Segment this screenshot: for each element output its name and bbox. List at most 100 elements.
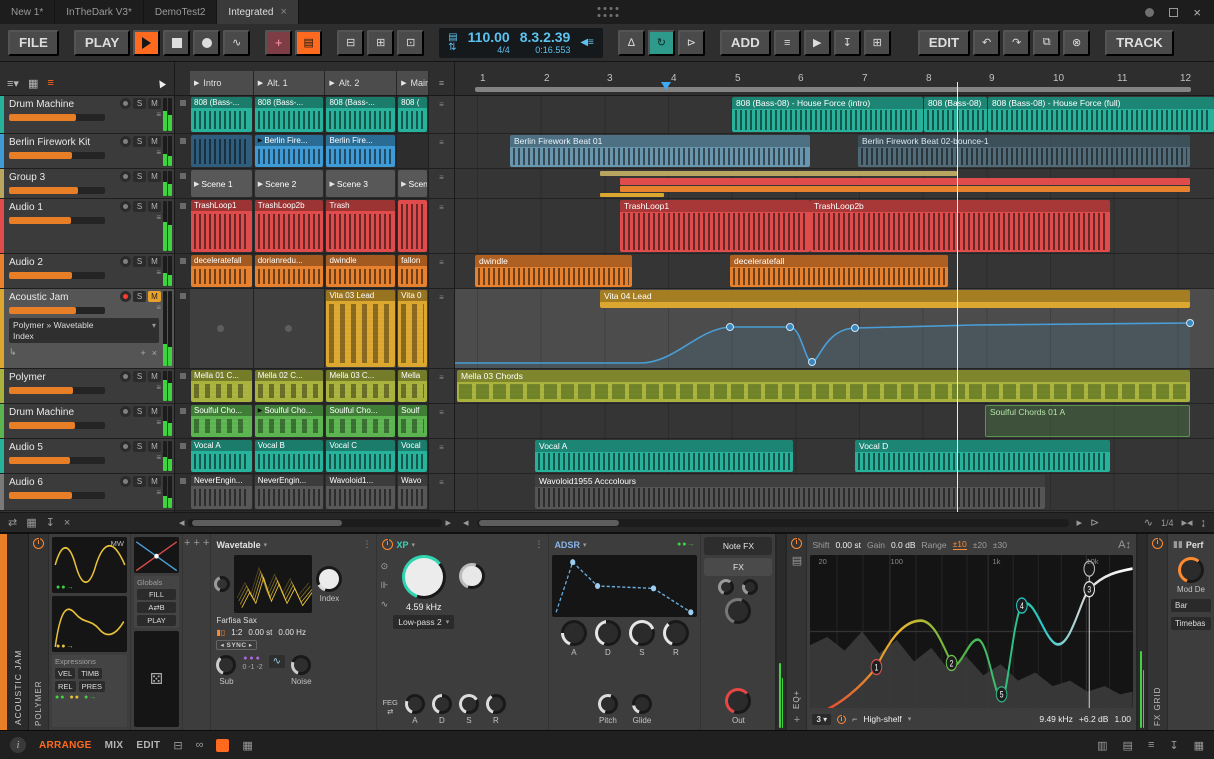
empty-clip-slot[interactable]: [254, 289, 326, 368]
arranger-track-lane[interactable]: Soulful Chords 01 A: [455, 404, 1214, 439]
device-name-label[interactable]: POLYMER: [34, 554, 43, 726]
fx-grid-label[interactable]: FX GRID: [1153, 554, 1162, 726]
range-30-button[interactable]: ±30: [993, 540, 1007, 550]
band-power-button[interactable]: [837, 713, 847, 724]
record-arm-button[interactable]: [120, 98, 131, 109]
track-sort-icon[interactable]: ≡▾: [7, 77, 19, 90]
volume-slider[interactable]: [9, 492, 105, 499]
clip[interactable]: [191, 135, 252, 167]
clip-stop-button[interactable]: [175, 404, 190, 438]
arranger-track-lane[interactable]: Mella 03 Chords: [455, 369, 1214, 404]
snap-icon[interactable]: ∿: [1144, 516, 1153, 529]
amp-release-knob[interactable]: [662, 620, 689, 646]
grid-resolution-value[interactable]: 1/4: [1161, 518, 1174, 528]
record-button[interactable]: [193, 29, 221, 56]
range-10-button[interactable]: ±10: [952, 539, 967, 550]
detail-panel-icon[interactable]: ≡: [1148, 739, 1154, 751]
clip[interactable]: TrashLoop1: [191, 200, 252, 252]
arranger-group-lane[interactable]: [455, 169, 1214, 199]
project-tab[interactable]: New 1*: [0, 0, 56, 24]
volume-slider[interactable]: [9, 217, 105, 224]
vel-button[interactable]: VEL: [55, 668, 76, 679]
arranger-scrollbar[interactable]: [476, 518, 1069, 527]
song-time-value[interactable]: 0:16.553: [535, 45, 570, 55]
envelope-wave-display[interactable]: ●●→: [52, 596, 127, 652]
mute-button[interactable]: M: [148, 136, 161, 147]
envelope-display[interactable]: [552, 555, 698, 617]
filter-type-selector[interactable]: XP: [396, 540, 408, 550]
close-tab-icon[interactable]: ×: [280, 6, 286, 18]
follow-playhead-button[interactable]: ⊳: [677, 29, 705, 56]
timeline-ruler[interactable]: 1 2 3 4 5 6 7 8 9 10 11 12: [455, 62, 1214, 96]
group-scene-clip[interactable]: Scene 3: [326, 170, 396, 197]
wavetable-display[interactable]: [234, 555, 313, 613]
clip-stop-button[interactable]: [175, 474, 190, 510]
row-menu-icon[interactable]: ≡: [429, 369, 455, 403]
sub-knob[interactable]: [216, 655, 237, 675]
audio-engine-button[interactable]: ∿: [223, 29, 251, 56]
sub-octave-dots[interactable]: ●●●: [243, 655, 262, 662]
inspector-button[interactable]: ⊞: [863, 29, 891, 56]
row-menu-icon[interactable]: ≡: [429, 134, 455, 168]
filter-decay-knob[interactable]: [431, 694, 452, 714]
oscillator-type-selector[interactable]: Wavetable: [216, 540, 260, 550]
fx-tab[interactable]: FX: [704, 558, 773, 576]
track-header[interactable]: Group 3 S M: [0, 169, 174, 199]
sync-badge[interactable]: ◂ SYNC ▸: [216, 640, 257, 650]
clip[interactable]: Mella 01 C...: [191, 370, 252, 402]
clip[interactable]: Trash: [326, 200, 396, 252]
scroll-left-icon[interactable]: ◂: [179, 516, 185, 529]
solo-button[interactable]: S: [133, 171, 146, 182]
empty-clip-slot[interactable]: [190, 289, 254, 368]
grid-panel-icon[interactable]: ▦: [1194, 739, 1204, 752]
mute-button[interactable]: M: [148, 476, 161, 487]
expand-view-button[interactable]: ⊡: [397, 29, 425, 56]
detune-value[interactable]: 0.00 st: [248, 628, 272, 637]
add-modulator-button[interactable]: +: [203, 537, 209, 549]
edit-button[interactable]: EDIT: [917, 29, 971, 56]
add-modulator-button[interactable]: +: [194, 537, 200, 549]
arranger-clip[interactable]: 808 (Bass-08): [924, 97, 987, 132]
scene-play-icon[interactable]: ▶: [401, 79, 406, 87]
track-menu-icon[interactable]: ≡: [156, 419, 161, 427]
track-header[interactable]: Berlin Firework Kit S M ≡: [0, 134, 174, 169]
clip[interactable]: Wavoloid1...: [326, 475, 396, 509]
grid-icon[interactable]: ▦: [26, 516, 36, 529]
mute-button[interactable]: M: [148, 171, 161, 182]
zoom-vertical-icon[interactable]: ↨: [1201, 517, 1207, 529]
oscillator-wave-display[interactable]: MW ●●→: [52, 537, 127, 593]
jump-button[interactable]: ↧: [833, 29, 861, 56]
band-select[interactable]: 3 ▾: [812, 713, 832, 725]
clip[interactable]: 808 (Bass-...: [254, 97, 324, 132]
clip[interactable]: Berlin Fire...: [326, 135, 396, 167]
record-arm-button[interactable]: [120, 256, 131, 267]
tempo-value[interactable]: 110.00: [468, 29, 510, 45]
solo-button[interactable]: S: [133, 98, 146, 109]
solo-button[interactable]: S: [133, 256, 146, 267]
clip-stop-button[interactable]: [175, 96, 190, 133]
shift-value[interactable]: 0.00 st: [835, 540, 861, 550]
slot-record-dot[interactable]: [217, 325, 225, 332]
close-icon[interactable]: ×: [64, 517, 70, 529]
arranger-track-lane[interactable]: Berlin Firework Beat 01 Berlin Firework …: [455, 134, 1214, 169]
project-tab[interactable]: InTheDark V3*: [55, 0, 144, 24]
arranger-clip[interactable]: Berlin Firework Beat 02-bounce-1: [858, 135, 1190, 167]
track-header[interactable]: Drum Machine S M ≡: [0, 96, 174, 134]
clip[interactable]: Mella 02 C...: [254, 370, 324, 402]
mod-dots[interactable]: ●→: [84, 694, 97, 701]
clip[interactable]: Vita 0: [398, 290, 428, 367]
song-position-value[interactable]: 8.3.2.39: [520, 29, 571, 45]
row-menu-icon[interactable]: ≡: [429, 254, 455, 288]
time-signature-value[interactable]: 4/4: [497, 45, 510, 55]
mute-button[interactable]: M: [148, 441, 161, 452]
group-scene-clip[interactable]: Scene 1: [191, 170, 252, 197]
track-header[interactable]: Audio 1 S M ≡: [0, 199, 174, 254]
glide-knob[interactable]: [631, 694, 652, 714]
follow-icon[interactable]: ⊳: [1090, 516, 1099, 529]
amp-decay-knob[interactable]: [594, 620, 621, 646]
track-header[interactable]: Polymer S M ≡: [0, 369, 174, 404]
solo-button[interactable]: S: [133, 406, 146, 417]
track-button[interactable]: TRACK: [1105, 29, 1174, 56]
wavetable-preset-name[interactable]: Farfisa Sax: [216, 616, 256, 625]
solo-button[interactable]: S: [133, 201, 146, 212]
